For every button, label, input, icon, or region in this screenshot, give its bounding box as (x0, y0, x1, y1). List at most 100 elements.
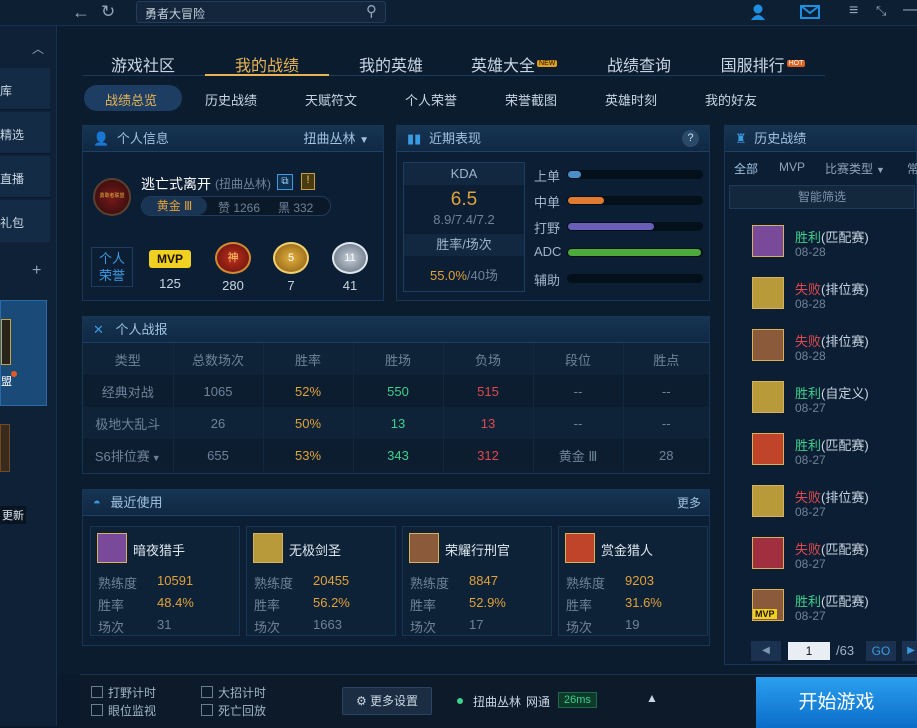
honor-mvp[interactable]: MVP 125 (145, 244, 195, 291)
history-item[interactable]: 胜利(匹配赛) 08-28 (725, 223, 917, 271)
filter-all[interactable]: 全部 (734, 160, 758, 177)
history-item[interactable]: 胜利(自定义) 08-27 (725, 379, 917, 427)
smart-filter-button[interactable]: 智能筛选 (729, 185, 915, 209)
chevron-down-icon: ▼ (876, 165, 885, 175)
history-item[interactable]: 失败(排位赛) 08-28 (725, 327, 917, 375)
cell: -- (533, 375, 624, 407)
page-total: /63 (836, 643, 855, 658)
panel-header: 👤 个人信息 扭曲丛林 ▼ (83, 126, 383, 152)
panel-header: ◓ 最近使用 更多 (83, 490, 709, 516)
tab-community[interactable]: 游戏社区 (83, 52, 203, 76)
mail-icon[interactable] (800, 5, 820, 22)
back-icon[interactable]: ← (72, 2, 90, 23)
honor-five[interactable]: 5 7 (266, 242, 316, 293)
cell: 50% (263, 407, 354, 439)
history-item[interactable]: 胜利(匹配赛) 08-27 (725, 431, 917, 479)
subtab-honors[interactable]: 个人荣誉 (386, 90, 476, 109)
cell: 极地大乱斗 (83, 407, 174, 439)
kda-box: KDA 6.5 8.9/7.4/7.2 胜率/场次 55.0%/40场 (403, 162, 525, 292)
match-result: 胜利(自定义) (795, 386, 869, 401)
jungle-timer-checkbox[interactable]: 打野计时 (91, 684, 156, 701)
ping-badge: 26ms (558, 692, 597, 708)
champion-card[interactable]: 赏金猎人 熟练度 9203 胜率 31.6% 场次 19 (558, 526, 708, 636)
mastery-value: 8847 (469, 573, 498, 588)
tab-server-rank[interactable]: 国服排行 HOT (703, 52, 823, 76)
champion-card[interactable]: 暗夜猎手 熟练度 10591 胜率 48.4% 场次 31 (90, 526, 240, 636)
champion-card[interactable]: 无极剑圣 熟练度 20455 胜率 56.2% 场次 1663 (246, 526, 396, 636)
sidebar-item-label: 精选 (0, 128, 25, 142)
history-item[interactable]: 失败(匹配赛) 08-27 (725, 535, 917, 583)
cell-season-select[interactable]: S6排位赛 ▼ (83, 439, 174, 471)
server-name[interactable]: 扭曲丛林 (473, 693, 521, 710)
ward-monitor-checkbox[interactable]: 眼位监视 (91, 702, 156, 719)
filter-mvp[interactable]: MVP (779, 160, 805, 174)
avatar[interactable]: 勇敢者联盟 (93, 178, 131, 216)
games-value: 1663 (313, 617, 342, 632)
history-item[interactable]: 失败(排位赛) 08-28 (725, 275, 917, 323)
help-icon[interactable]: ? (682, 130, 699, 147)
champion-card[interactable]: 荣耀行刑官 熟练度 8847 胜率 52.9% 场次 17 (402, 526, 552, 636)
table-row[interactable]: S6排位赛 ▼ 655 53% 343 312 黄金 Ⅲ 28 (83, 439, 709, 471)
rate-value: 31.6% (625, 595, 662, 610)
sidebar-item-featured[interactable]: 精选 (0, 112, 50, 154)
champion-portrait (752, 381, 784, 413)
tab-hero-encyclopedia[interactable]: 英雄大全 NEW (455, 52, 575, 76)
death-replay-checkbox[interactable]: 死亡回放 (201, 702, 266, 719)
subtab-friends[interactable]: 我的好友 (686, 90, 776, 109)
tab-my-heroes[interactable]: 我的英雄 (331, 52, 451, 76)
game-tile-2[interactable] (0, 424, 10, 472)
game-tile-lol[interactable]: 盟 (0, 300, 47, 406)
server-select[interactable]: 扭曲丛林 ▼ (303, 126, 369, 154)
table-row: 极地大乱斗 26 50% 13 13 -- -- (83, 407, 709, 439)
shrink-icon[interactable]: ⤡ (876, 3, 886, 19)
search-input[interactable]: 勇者大冒险 (145, 5, 205, 22)
user-icon[interactable] (750, 3, 766, 21)
subtab-history[interactable]: 历史战绩 (186, 90, 276, 109)
start-game-button[interactable]: 开始游戏 (756, 677, 917, 728)
tab-record-lookup[interactable]: 战绩查询 (579, 52, 699, 76)
history-item[interactable]: 失败(排位赛) 08-27 (725, 483, 917, 531)
add-icon[interactable]: + (32, 262, 41, 280)
go-button[interactable]: GO (866, 641, 896, 661)
update-badge[interactable]: 更新 (0, 506, 26, 524)
more-settings-button[interactable]: ⚙ 更多设置 (342, 687, 432, 715)
tab-my-records[interactable]: 我的战绩 (207, 52, 327, 76)
match-result: 失败(排位赛) (795, 282, 869, 297)
sidebar-item-live[interactable]: 直播 (0, 156, 50, 198)
honor-eleven[interactable]: 11 41 (325, 242, 375, 293)
cell: 28 (659, 447, 674, 463)
menu-icon[interactable]: ≡ (849, 2, 858, 20)
match-result: 胜利(匹配赛) (795, 594, 869, 609)
cell: 312 (443, 439, 534, 471)
more-link[interactable]: 更多 (677, 490, 701, 516)
page-input[interactable]: 1 (788, 642, 830, 660)
search-box[interactable]: 勇者大冒险 ⚲ (136, 1, 386, 23)
subtab-screenshots[interactable]: 荣誉截图 (486, 90, 576, 109)
minimize-icon[interactable]: — (903, 1, 917, 19)
panel-title: 个人信息 (116, 131, 169, 146)
sidebar-item-gift[interactable]: 礼包 (0, 200, 50, 242)
collapse-up-icon[interactable]: ︿ (32, 40, 44, 57)
cell: -- (661, 383, 671, 399)
search-icon[interactable]: ⚲ (366, 2, 377, 20)
sidebar-item-lib[interactable]: 库 (0, 68, 50, 110)
expand-up-icon[interactable]: ▲ (646, 691, 658, 705)
subtab-overview[interactable]: 战绩总览 (86, 90, 176, 109)
games-value: 17 (469, 617, 484, 632)
next-page-icon[interactable]: ▶ (902, 641, 917, 661)
filter-other[interactable]: 常 (907, 160, 917, 177)
refresh-icon[interactable]: ↻ (101, 2, 115, 22)
filter-type[interactable]: 比赛类型 ▼ (825, 160, 885, 177)
prev-page-icon[interactable]: ◀ (751, 641, 781, 661)
mastery-value: 20455 (313, 573, 350, 588)
honor-god[interactable]: 神 280 (208, 242, 258, 293)
subtab-hero-moments[interactable]: 英雄时刻 (586, 90, 676, 109)
ult-timer-checkbox[interactable]: 大招计时 (201, 684, 266, 701)
honor-count: 41 (342, 278, 358, 293)
chevron-down-icon: ▼ (359, 135, 369, 146)
mvp-badge: MVP (753, 609, 777, 619)
history-item[interactable]: 胜利(匹配赛) 08-27 MVP (725, 587, 917, 635)
copy-icon[interactable]: ⧉ (277, 174, 293, 190)
mastery-value: 10591 (157, 573, 194, 588)
subtab-runes[interactable]: 天赋符文 (286, 90, 376, 109)
